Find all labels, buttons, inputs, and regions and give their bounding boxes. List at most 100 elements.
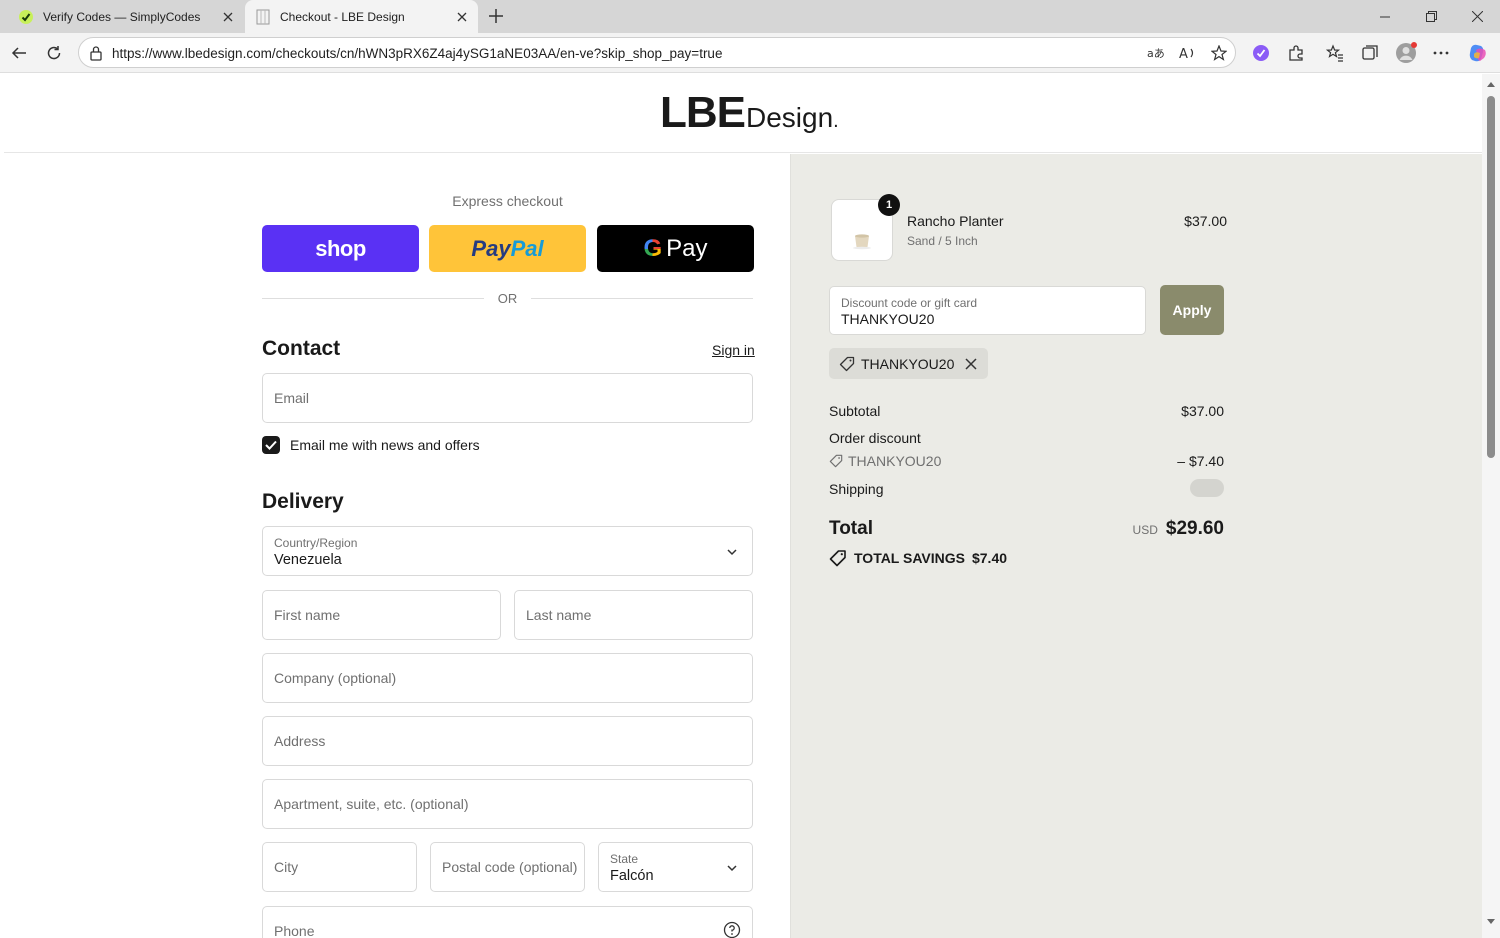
scroll-down-icon[interactable] (1486, 918, 1496, 926)
state-value: Falcón (610, 868, 654, 884)
apartment-field[interactable]: Apartment, suite, etc. (optional) (262, 779, 753, 829)
scroll-up-icon[interactable] (1486, 80, 1496, 88)
shop-pay-button[interactable]: shop (262, 225, 419, 272)
email-placeholder: Email (274, 390, 310, 406)
refresh-icon[interactable] (40, 39, 68, 67)
newsletter-option[interactable]: Email me with news and offers (262, 436, 480, 454)
restore-icon[interactable] (1408, 0, 1454, 33)
company-placeholder: Company (optional) (274, 670, 397, 686)
newsletter-checkbox[interactable] (262, 436, 280, 454)
favorites-icon[interactable] (1321, 39, 1349, 67)
store-header: LBE Design . (4, 74, 1482, 153)
shipping-loading-placeholder (1190, 479, 1224, 497)
postal-code-placeholder: Postal code (optional) (442, 859, 578, 875)
extension-simplycodes-icon[interactable] (1247, 39, 1275, 67)
read-aloud-icon[interactable]: A (1178, 43, 1198, 63)
minimize-icon[interactable] (1362, 0, 1408, 33)
google-g-icon: G (643, 234, 663, 262)
applied-code-label: THANKYOU20 (861, 355, 955, 372)
country-value: Venezuela (274, 552, 342, 568)
close-window-icon[interactable] (1454, 0, 1500, 33)
back-icon[interactable] (5, 39, 33, 67)
svg-text:A: A (1179, 47, 1188, 61)
city-placeholder: City (274, 859, 299, 875)
total-value: $29.60 (1165, 518, 1224, 539)
google-pay-button[interactable]: G Pay (597, 225, 754, 272)
copilot-icon[interactable] (1464, 39, 1492, 67)
tab-title: Checkout - LBE Design (280, 9, 405, 24)
address-placeholder: Address (274, 733, 326, 749)
shipping-row: Shipping (829, 479, 1224, 497)
apartment-placeholder: Apartment, suite, etc. (optional) (274, 796, 469, 812)
close-tab-icon[interactable] (220, 9, 236, 25)
subtotal-row: Subtotal $37.00 (829, 403, 1224, 419)
svg-text:aあ: aあ (1147, 47, 1165, 60)
store-logo[interactable]: LBE Design . (660, 88, 839, 138)
discount-code-field[interactable]: Discount code or gift card THANKYOU20 (829, 286, 1146, 335)
apply-button[interactable]: Apply (1160, 285, 1224, 335)
translate-icon[interactable]: aあ (1146, 43, 1166, 63)
tab-simplycodes[interactable]: Verify Codes — SimplyCodes (8, 0, 244, 33)
first-name-field[interactable]: First name (262, 590, 501, 640)
paypal-label-part1: Pay (471, 235, 511, 261)
email-field[interactable]: Email (262, 373, 753, 423)
checkout-page: LBE Design . Express checkout shop Pay Pa… (4, 74, 1482, 938)
total-label: Total (829, 518, 873, 539)
total-savings: TOTAL SAVINGS $7.40 (829, 549, 1007, 567)
phone-placeholder: Phone (274, 923, 315, 938)
product-variant: Sand / 5 Inch (907, 234, 978, 248)
savings-tag-icon (829, 549, 847, 567)
google-pay-label: Pay (666, 234, 708, 262)
discount-code-name: THANKYOU20 (848, 453, 942, 469)
city-field[interactable]: City (262, 842, 417, 892)
more-menu-icon[interactable] (1427, 39, 1455, 67)
new-tab-icon[interactable] (484, 4, 508, 28)
discount-detail-row: THANKYOU20 – $7.40 (829, 453, 1224, 469)
state-select[interactable]: State Falcón (598, 842, 753, 892)
delivery-heading: Delivery (262, 490, 344, 513)
lock-icon[interactable] (87, 44, 105, 62)
close-tab-icon[interactable] (454, 9, 470, 25)
discount-code-value: THANKYOU20 (841, 311, 935, 327)
paypal-button[interactable]: Pay Pal (429, 225, 586, 272)
tag-icon (829, 454, 843, 468)
order-discount-row: Order discount (829, 430, 1224, 446)
first-name-placeholder: First name (274, 607, 341, 623)
page-scrollbar[interactable] (1482, 74, 1500, 938)
tab-checkout[interactable]: Checkout - LBE Design (245, 0, 478, 33)
url-text[interactable]: https://www.lbedesign.com/checkouts/cn/h… (112, 46, 722, 61)
browser-tab-bar: Verify Codes — SimplyCodes Checkout - LB… (0, 0, 1500, 33)
checkmark-icon (265, 440, 277, 450)
order-discount-label: Order discount (829, 430, 921, 446)
extensions-puzzle-icon[interactable] (1282, 39, 1310, 67)
country-label: Country/Region (274, 536, 358, 550)
page-icon (255, 9, 271, 25)
address-field[interactable]: Address (262, 716, 753, 766)
postal-code-field[interactable]: Postal code (optional) (430, 842, 585, 892)
express-checkout-label: Express checkout (452, 193, 563, 209)
address-bar[interactable]: https://www.lbedesign.com/checkouts/cn/h… (78, 37, 1236, 68)
remove-discount-icon[interactable] (964, 357, 978, 371)
collections-icon[interactable] (1356, 39, 1384, 67)
subtotal-value: $37.00 (1181, 403, 1224, 419)
sign-in-link[interactable]: Sign in (712, 342, 755, 358)
phone-field[interactable]: Phone (262, 906, 753, 938)
country-select[interactable]: Country/Region Venezuela (262, 526, 753, 576)
scroll-thumb[interactable] (1487, 96, 1495, 458)
favorite-star-icon[interactable] (1209, 43, 1229, 63)
discount-amount: – $7.40 (1177, 453, 1224, 469)
state-label: State (610, 852, 639, 866)
total-row: Total USD $29.60 (829, 518, 1224, 540)
currency-code: USD (1132, 523, 1158, 537)
newsletter-label: Email me with news and offers (290, 437, 480, 453)
profile-avatar[interactable] (1392, 39, 1420, 67)
company-field[interactable]: Company (optional) (262, 653, 753, 703)
last-name-field[interactable]: Last name (514, 590, 753, 640)
savings-value: $7.40 (971, 550, 1008, 566)
savings-label: TOTAL SAVINGS (854, 550, 965, 566)
last-name-placeholder: Last name (526, 607, 592, 623)
help-question-icon[interactable] (723, 921, 741, 938)
product-price: $37.00 (1184, 213, 1227, 229)
shop-pay-label: shop (315, 235, 366, 261)
quantity-badge: 1 (878, 194, 900, 216)
